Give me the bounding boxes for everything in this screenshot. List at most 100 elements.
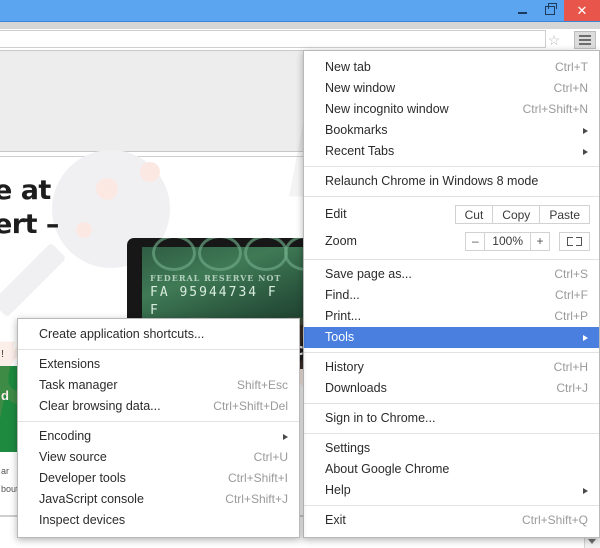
menu-item-inspect-devices[interactable]: Inspect devices bbox=[18, 510, 299, 531]
menu-item-label: Edit bbox=[325, 207, 347, 221]
menu-separator bbox=[304, 433, 599, 434]
menu-item-label: Settings bbox=[325, 441, 371, 455]
menu-item-new-tab[interactable]: New tab Ctrl+T bbox=[304, 57, 599, 78]
menu-item-label: Developer tools bbox=[39, 471, 126, 485]
close-icon: ✕ bbox=[576, 3, 588, 18]
copy-button[interactable]: Copy bbox=[492, 205, 541, 224]
menu-item-print[interactable]: Print... Ctrl+P bbox=[304, 306, 599, 327]
tools-submenu[interactable]: Create application shortcuts... Extension… bbox=[17, 318, 300, 538]
menu-item-javascript-console[interactable]: JavaScript console Ctrl+Shift+J bbox=[18, 489, 299, 510]
menu-item-extensions[interactable]: Extensions bbox=[18, 354, 299, 375]
menu-item-find[interactable]: Find... Ctrl+F bbox=[304, 285, 599, 306]
address-bar-input[interactable] bbox=[0, 30, 546, 48]
menu-item-bookmarks[interactable]: Bookmarks bbox=[304, 120, 599, 141]
menu-item-developer-tools[interactable]: Developer tools Ctrl+Shift+I bbox=[18, 468, 299, 489]
menu-item-label: Print... bbox=[325, 309, 362, 323]
chevron-right-icon bbox=[583, 487, 588, 494]
menu-item-shortcut: Ctrl+H bbox=[553, 360, 588, 374]
menu-item-label: JavaScript console bbox=[39, 492, 144, 506]
menu-item-tools[interactable]: Tools bbox=[304, 327, 599, 348]
menu-item-downloads[interactable]: Downloads Ctrl+J bbox=[304, 378, 599, 399]
fullscreen-icon[interactable] bbox=[559, 232, 590, 251]
chrome-main-menu[interactable]: New tab Ctrl+T New window Ctrl+N New incogni… bbox=[303, 50, 600, 538]
menu-item-view-source[interactable]: View source Ctrl+U bbox=[18, 447, 299, 468]
menu-item-new-incognito-window[interactable]: New incognito window Ctrl+Shift+N bbox=[304, 99, 599, 120]
menu-item-shortcut: Ctrl+Shift+I bbox=[227, 471, 288, 485]
zoom-in-button[interactable]: + bbox=[530, 232, 550, 251]
menu-item-label: Find... bbox=[325, 288, 360, 302]
bill-ovals bbox=[152, 238, 328, 271]
menu-item-shortcut: Ctrl+F bbox=[555, 288, 588, 302]
menu-separator bbox=[18, 349, 299, 350]
left-strip-green-text: d bbox=[1, 388, 9, 403]
edit-button-group: Cut Copy Paste bbox=[454, 205, 590, 224]
menu-item-task-manager[interactable]: Task manager Shift+Esc bbox=[18, 375, 299, 396]
menu-item-recent-tabs[interactable]: Recent Tabs bbox=[304, 141, 599, 162]
zoom-level-value: 100% bbox=[484, 232, 531, 251]
cut-button[interactable]: Cut bbox=[454, 205, 494, 224]
menu-item-label: Recent Tabs bbox=[325, 144, 395, 158]
menu-item-sign-in-to-chrome[interactable]: Sign in to Chrome... bbox=[304, 408, 599, 429]
hamburger-menu-icon[interactable] bbox=[574, 31, 596, 49]
bill-serial-number: FA 95944734 F bbox=[150, 285, 278, 300]
menu-item-shortcut: Ctrl+Shift+Q bbox=[521, 513, 588, 527]
menu-item-encoding[interactable]: Encoding bbox=[18, 426, 299, 447]
close-button[interactable]: ✕ bbox=[564, 0, 600, 21]
bill-serial-number-wrap: F bbox=[150, 303, 158, 318]
restore-icon bbox=[545, 3, 557, 15]
menu-item-label: About Google Chrome bbox=[325, 462, 450, 476]
star-icon[interactable]: ☆ bbox=[547, 33, 561, 47]
menu-item-label: Inspect devices bbox=[39, 513, 126, 527]
chevron-right-icon bbox=[583, 334, 588, 341]
menu-item-shortcut: Ctrl+U bbox=[253, 450, 288, 464]
menu-item-label: History bbox=[325, 360, 364, 374]
browser-toolbar: ☆ bbox=[0, 29, 600, 51]
tab-strip[interactable] bbox=[0, 22, 600, 29]
menu-separator bbox=[304, 259, 599, 260]
menu-item-history[interactable]: History Ctrl+H bbox=[304, 357, 599, 378]
menu-item-help[interactable]: Help bbox=[304, 480, 599, 501]
title-bar[interactable]: ✕ bbox=[0, 0, 600, 22]
menu-item-shortcut: Ctrl+Shift+Del bbox=[213, 399, 288, 413]
menu-item-label: Encoding bbox=[39, 429, 92, 443]
paste-button[interactable]: Paste bbox=[539, 205, 590, 224]
menu-item-label: Create application shortcuts... bbox=[39, 327, 205, 341]
minimize-button[interactable] bbox=[508, 0, 536, 21]
chevron-right-icon bbox=[583, 127, 588, 134]
menu-item-label: New window bbox=[325, 81, 396, 95]
menu-item-save-page-as[interactable]: Save page as... Ctrl+S bbox=[304, 264, 599, 285]
menu-item-label: Task manager bbox=[39, 378, 118, 392]
menu-item-shortcut: Ctrl+Shift+J bbox=[225, 492, 288, 506]
left-strip-text-b: bout bbox=[1, 484, 18, 494]
page-headline: e at ert – bbox=[0, 174, 174, 242]
menu-item-edit[interactable]: Edit Cut Copy Paste bbox=[304, 201, 599, 228]
left-strip-top-text: ! bbox=[1, 350, 5, 360]
menu-separator bbox=[304, 166, 599, 167]
menu-item-label: New incognito window bbox=[325, 102, 449, 116]
menu-item-relaunch-chrome-in-windows-8-mode[interactable]: Relaunch Chrome in Windows 8 mode bbox=[304, 171, 599, 192]
menu-item-zoom[interactable]: Zoom –100% + bbox=[304, 228, 599, 255]
headline-line-2: ert – bbox=[0, 209, 59, 240]
menu-item-label: Extensions bbox=[39, 357, 101, 371]
menu-separator bbox=[18, 421, 299, 422]
page-left-strip: ! d ar bout bbox=[0, 350, 18, 548]
left-strip-green-bar bbox=[0, 366, 18, 452]
zoom-controls: –100% + bbox=[465, 232, 590, 251]
headline-line-1: e at bbox=[0, 175, 51, 206]
menu-item-exit[interactable]: Exit Ctrl+Shift+Q bbox=[304, 510, 599, 531]
browser-window: e at ert – FEDERAL RESERVE NOT FA 959447… bbox=[0, 0, 600, 548]
menu-item-label: Relaunch Chrome in Windows 8 mode bbox=[325, 174, 539, 188]
menu-item-about-google-chrome[interactable]: About Google Chrome bbox=[304, 459, 599, 480]
restore-button[interactable] bbox=[536, 0, 564, 21]
minimize-icon bbox=[517, 12, 527, 14]
menu-item-new-window[interactable]: New window Ctrl+N bbox=[304, 78, 599, 99]
menu-item-settings[interactable]: Settings bbox=[304, 438, 599, 459]
menu-item-create-application-shortcuts[interactable]: Create application shortcuts... bbox=[18, 324, 299, 345]
zoom-out-button[interactable]: – bbox=[465, 232, 486, 251]
menu-separator bbox=[304, 196, 599, 197]
menu-item-clear-browsing-data[interactable]: Clear browsing data... Ctrl+Shift+Del bbox=[18, 396, 299, 417]
menu-separator bbox=[304, 352, 599, 353]
scroll-down-arrow-icon[interactable] bbox=[588, 539, 596, 544]
menu-item-shortcut: Ctrl+T bbox=[555, 60, 588, 74]
menu-item-shortcut: Ctrl+P bbox=[554, 309, 588, 323]
